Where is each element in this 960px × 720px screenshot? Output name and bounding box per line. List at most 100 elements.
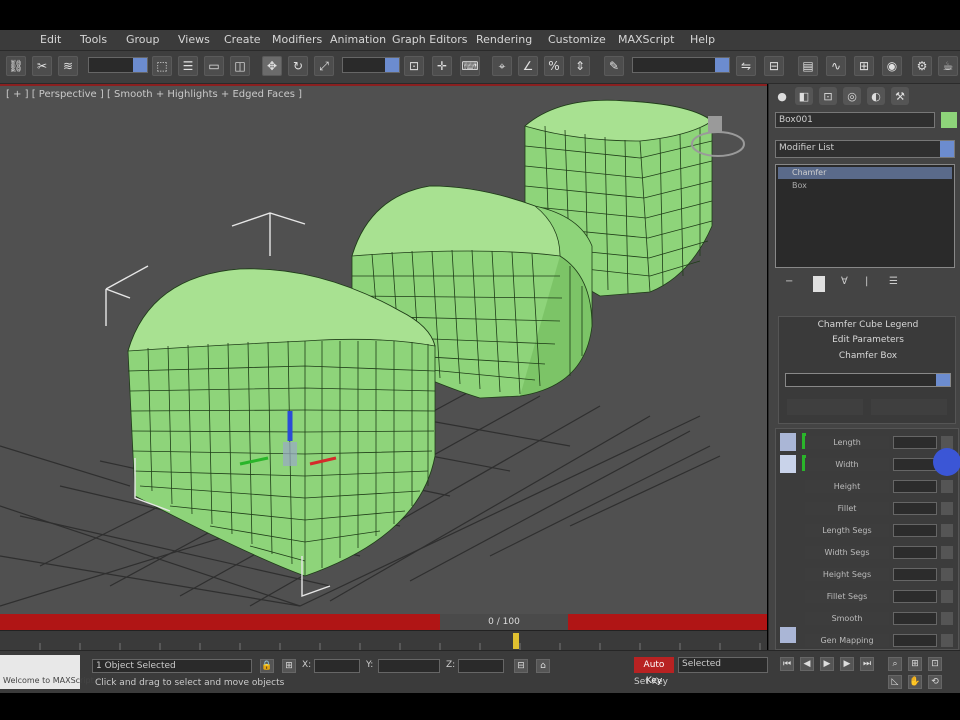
make-unique-icon[interactable]: ∀ bbox=[841, 276, 855, 290]
grid-icon[interactable]: ⊟ bbox=[514, 659, 528, 673]
set-key-button[interactable]: Set Key bbox=[634, 677, 674, 689]
selected-dropdown[interactable]: Selected bbox=[678, 657, 768, 673]
rollout-title-1[interactable]: Chamfer Cube Legend bbox=[779, 320, 957, 330]
param-button[interactable] bbox=[941, 502, 953, 515]
menu-graph-editors[interactable]: Graph Editors bbox=[392, 33, 468, 46]
layer-manager-icon[interactable]: ▤ bbox=[798, 56, 818, 76]
hierarchy-tab-icon[interactable]: ⊡ bbox=[819, 87, 837, 105]
param-spinner[interactable] bbox=[893, 568, 937, 581]
keyboard-shortcut-icon[interactable]: ⌨ bbox=[460, 56, 480, 76]
angle-snap-icon[interactable]: ∠ bbox=[518, 56, 538, 76]
select-and-move-icon[interactable]: ✥ bbox=[262, 56, 282, 76]
zoom-all-icon[interactable]: ⊞ bbox=[908, 657, 922, 671]
modifier-list-dropdown[interactable]: Modifier List bbox=[775, 140, 955, 158]
next-frame-icon[interactable]: ▶ bbox=[840, 657, 854, 671]
time-slider-track[interactable] bbox=[0, 614, 767, 630]
menu-create[interactable]: Create bbox=[224, 33, 261, 46]
param-spinner[interactable] bbox=[893, 546, 937, 559]
previous-frame-icon[interactable]: ◀ bbox=[800, 657, 814, 671]
percent-snap-icon[interactable]: % bbox=[544, 56, 564, 76]
curve-editor-icon[interactable]: ∿ bbox=[826, 56, 846, 76]
param-key-icon[interactable] bbox=[780, 433, 796, 451]
window-crossing-icon[interactable]: ◫ bbox=[230, 56, 250, 76]
x-coord-field[interactable] bbox=[314, 659, 360, 673]
menu-help[interactable]: Help bbox=[690, 33, 715, 46]
param-button[interactable] bbox=[941, 524, 953, 537]
rectangular-selection-icon[interactable]: ▭ bbox=[204, 56, 224, 76]
utilities-tab-icon[interactable]: ⚒ bbox=[891, 87, 909, 105]
menu-rendering[interactable]: Rendering bbox=[476, 33, 532, 46]
auto-key-button[interactable]: Auto Key bbox=[634, 657, 674, 686]
menu-animation[interactable]: Animation bbox=[330, 33, 386, 46]
pivot-center-icon[interactable]: ⊡ bbox=[404, 56, 424, 76]
param-spinner[interactable] bbox=[893, 480, 937, 493]
motion-tab-icon[interactable]: ◎ bbox=[843, 87, 861, 105]
select-and-rotate-icon[interactable]: ↻ bbox=[288, 56, 308, 76]
orbit-icon[interactable]: ⟲ bbox=[928, 675, 942, 689]
bind-spacewarp-icon[interactable]: ≋ bbox=[58, 56, 78, 76]
maxscript-listener[interactable]: Welcome to MAXScript bbox=[0, 655, 94, 689]
scroll-indicator[interactable] bbox=[933, 448, 960, 476]
param-button[interactable] bbox=[941, 590, 953, 603]
configure-sets-icon[interactable]: ☰ bbox=[889, 276, 903, 290]
object-name-field[interactable]: Box001 bbox=[775, 112, 935, 128]
pan-icon[interactable]: ✋ bbox=[908, 675, 922, 689]
param-spinner[interactable] bbox=[893, 502, 937, 515]
param-spinner[interactable] bbox=[893, 590, 937, 603]
go-to-end-icon[interactable]: ⏭ bbox=[860, 657, 874, 671]
param-key-icon-3[interactable] bbox=[780, 627, 796, 643]
time-slider[interactable]: 0 / 100 bbox=[440, 614, 568, 630]
param-spinner[interactable] bbox=[893, 458, 937, 471]
param-key-icon-2[interactable] bbox=[780, 455, 796, 473]
select-link-icon[interactable]: ⛓ bbox=[6, 56, 26, 76]
selection-filter-dropdown[interactable] bbox=[88, 57, 148, 73]
menu-maxscript[interactable]: MAXScript bbox=[618, 33, 674, 46]
menu-modifiers[interactable]: Modifiers bbox=[272, 33, 322, 46]
gizmo-handle[interactable] bbox=[708, 116, 722, 132]
select-object-icon[interactable]: ⬚ bbox=[152, 56, 172, 76]
param-button[interactable] bbox=[941, 568, 953, 581]
select-manipulate-icon[interactable]: ✛ bbox=[432, 56, 452, 76]
unlink-icon[interactable]: ✂ bbox=[32, 56, 52, 76]
pin-stack-icon[interactable]: − bbox=[785, 276, 797, 290]
object-color-swatch[interactable] bbox=[941, 112, 957, 128]
param-spinner[interactable] bbox=[893, 634, 937, 647]
schematic-view-icon[interactable]: ⊞ bbox=[854, 56, 874, 76]
menu-group[interactable]: Group bbox=[126, 33, 160, 46]
add-time-tag-icon[interactable]: ⌂ bbox=[536, 659, 550, 673]
select-by-name-icon[interactable]: ☰ bbox=[178, 56, 198, 76]
create-tab-icon[interactable]: ● bbox=[773, 87, 791, 105]
menu-tools[interactable]: Tools bbox=[80, 33, 107, 46]
render-production-icon[interactable]: ☕ bbox=[938, 56, 958, 76]
go-to-start-icon[interactable]: ⏮ bbox=[780, 657, 794, 671]
display-tab-icon[interactable]: ◐ bbox=[867, 87, 885, 105]
absolute-mode-icon[interactable]: ⊞ bbox=[282, 659, 296, 673]
z-coord-field[interactable] bbox=[458, 659, 504, 673]
snap-toggle-icon[interactable]: ⌖ bbox=[492, 56, 512, 76]
y-coord-field[interactable] bbox=[378, 659, 440, 673]
param-button[interactable] bbox=[941, 546, 953, 559]
select-and-scale-icon[interactable]: ⤢ bbox=[314, 56, 334, 76]
edit-named-selections-icon[interactable]: ✎ bbox=[604, 56, 624, 76]
menu-views[interactable]: Views bbox=[178, 33, 210, 46]
param-spinner[interactable] bbox=[893, 436, 937, 449]
param-spinner[interactable] bbox=[893, 612, 937, 625]
modify-tab-icon[interactable]: ◧ bbox=[795, 87, 813, 105]
lock-selection-icon[interactable]: 🔒 bbox=[260, 659, 274, 673]
rollout-button-left[interactable] bbox=[787, 399, 863, 415]
perspective-viewport[interactable]: [ + ] [ Perspective ] [ Smooth + Highlig… bbox=[0, 84, 767, 616]
render-setup-icon[interactable]: ⚙ bbox=[912, 56, 932, 76]
mirror-icon[interactable]: ⇋ bbox=[736, 56, 756, 76]
material-editor-icon[interactable]: ◉ bbox=[882, 56, 902, 76]
align-icon[interactable]: ⊟ bbox=[764, 56, 784, 76]
param-button[interactable] bbox=[941, 480, 953, 493]
param-button[interactable] bbox=[941, 612, 953, 625]
rollout-button-right[interactable] bbox=[871, 399, 947, 415]
remove-modifier-icon[interactable]: | bbox=[865, 276, 879, 290]
param-button[interactable] bbox=[941, 634, 953, 647]
play-icon[interactable]: ▶ bbox=[820, 657, 834, 671]
field-of-view-icon[interactable]: ◺ bbox=[888, 675, 902, 689]
zoom-extents-icon[interactable]: ⊡ bbox=[928, 657, 942, 671]
named-selection-sets-dropdown[interactable] bbox=[632, 57, 730, 73]
reference-coordinate-dropdown[interactable] bbox=[342, 57, 400, 73]
